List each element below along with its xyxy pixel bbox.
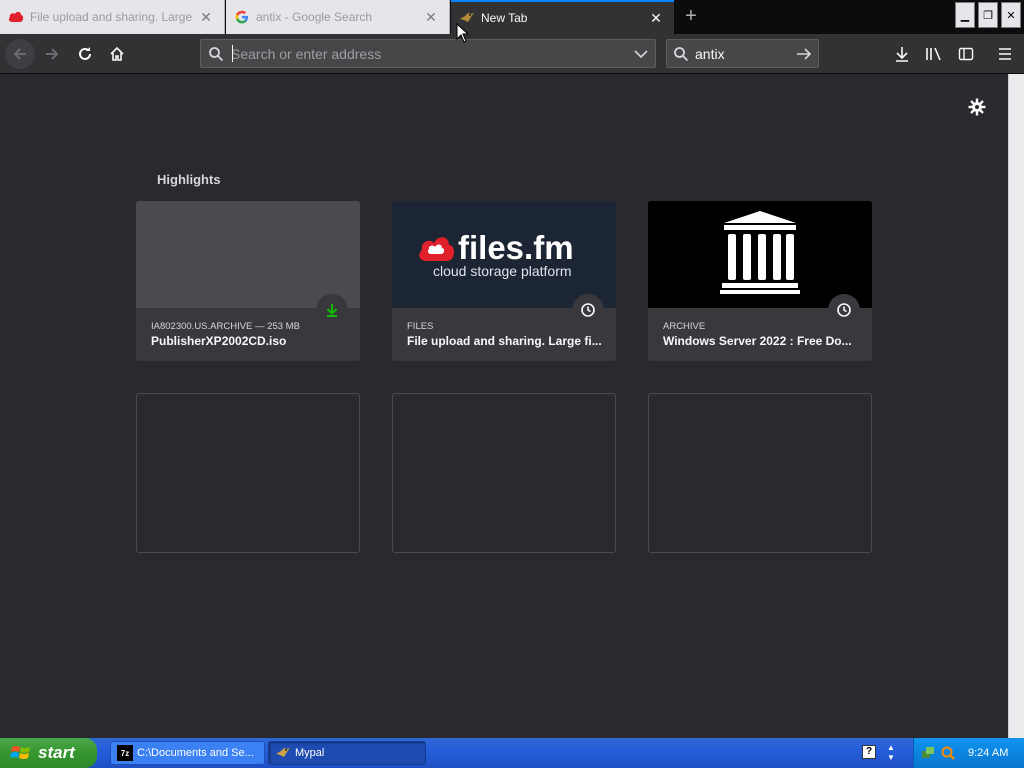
search-icon[interactable]: [940, 745, 956, 761]
download-icon: [896, 47, 908, 62]
7zip-icon: 7z: [117, 745, 133, 761]
downloads-button[interactable]: [888, 40, 916, 68]
highlight-card[interactable]: ARCHIVE Windows Server 2022 : Free Do...: [648, 201, 872, 361]
home-button[interactable]: [103, 40, 131, 68]
highlight-card[interactable]: files.fm cloud storage platform FILES Fi…: [392, 201, 616, 361]
clock-icon: [572, 294, 604, 326]
svg-text:cloud storage platform: cloud storage platform: [433, 263, 572, 279]
address-bar[interactable]: [200, 39, 656, 68]
windows-flag-icon: [10, 746, 30, 759]
menu-button[interactable]: [991, 40, 1019, 68]
taskbar-item-label: C:\Documents and Se...: [137, 747, 254, 759]
tab-title: File upload and sharing. Large fi: [30, 10, 196, 24]
sidebar-icon: [958, 47, 974, 61]
back-button[interactable]: [5, 39, 35, 69]
highlights-heading: Highlights: [157, 172, 221, 187]
mypal-bird-icon: [275, 745, 291, 761]
search-icon: [667, 46, 695, 62]
reload-icon: [79, 47, 91, 60]
arrow-right-icon[interactable]: [790, 47, 818, 61]
empty-highlight-slot: [136, 393, 360, 553]
forward-button[interactable]: [38, 40, 66, 68]
card-thumbnail: [136, 201, 360, 308]
language-bar-arrows-icon[interactable]: ▲ ▼: [884, 743, 898, 763]
start-label: start: [38, 743, 75, 762]
help-icon[interactable]: ?: [862, 745, 876, 759]
card-context: IA802300.US.ARCHIVE — 253 MB: [151, 321, 300, 332]
tab-files-fm[interactable]: File upload and sharing. Large fi ✕: [0, 0, 225, 34]
card-title: PublisherXP2002CD.iso: [151, 334, 287, 348]
google-g-icon: [234, 9, 250, 25]
card-thumbnail: [648, 201, 872, 308]
search-icon: [201, 46, 231, 62]
tab-title: antix - Google Search: [256, 10, 373, 24]
home-icon: [110, 46, 124, 61]
archive-org-logo: [720, 211, 800, 294]
card-thumbnail: files.fm cloud storage platform: [392, 201, 616, 308]
card-context: FILES: [407, 321, 434, 332]
filesfm-logo: files.fm cloud storage platform: [419, 229, 574, 279]
taskbar-item-label: Mypal: [295, 747, 325, 759]
text-cursor: [232, 45, 233, 62]
close-icon[interactable]: ✕: [196, 7, 216, 27]
gear-icon[interactable]: [964, 94, 990, 120]
chevron-down-icon[interactable]: [627, 49, 655, 59]
minimize-button[interactable]: ▁: [955, 2, 975, 28]
empty-highlight-slot: [648, 393, 872, 553]
card-context: ARCHIVE: [663, 321, 706, 332]
empty-highlight-slot: [392, 393, 616, 553]
search-bar[interactable]: antix: [666, 39, 819, 68]
taskbar: start 7z C:\Documents and Se... Mypal ? …: [0, 738, 1024, 768]
search-input[interactable]: antix: [695, 46, 790, 62]
hamburger-menu-icon: [999, 48, 1011, 60]
network-icon[interactable]: [920, 745, 936, 761]
taskbar-item-mypal[interactable]: Mypal: [268, 741, 426, 765]
card-title: Windows Server 2022 : Free Do...: [663, 334, 852, 348]
start-button[interactable]: start: [0, 738, 97, 768]
url-input[interactable]: [231, 45, 627, 62]
sidebar-button[interactable]: [952, 40, 980, 68]
highlight-card[interactable]: IA802300.US.ARCHIVE — 253 MB PublisherXP…: [136, 201, 360, 361]
svg-text:files.fm: files.fm: [458, 229, 574, 266]
navigation-toolbar: antix: [0, 34, 1024, 74]
vertical-scrollbar[interactable]: [1008, 74, 1024, 738]
tab-google-search[interactable]: antix - Google Search ✕: [226, 0, 450, 34]
library-button[interactable]: [920, 40, 948, 68]
taskbar-item-explorer[interactable]: 7z C:\Documents and Se...: [110, 741, 265, 765]
download-icon: [316, 294, 348, 326]
tab-title: New Tab: [481, 11, 528, 25]
close-window-button[interactable]: ✕: [1001, 2, 1021, 28]
mouse-pointer-icon: [456, 23, 470, 43]
filesfm-cloud-icon: [8, 9, 24, 25]
reload-button[interactable]: [71, 40, 99, 68]
clock-icon: [828, 294, 860, 326]
arrow-left-icon: [13, 48, 26, 60]
close-icon[interactable]: ✕: [421, 7, 441, 27]
tab-strip: File upload and sharing. Large fi ✕ anti…: [0, 0, 1024, 34]
new-tab-button[interactable]: +: [678, 5, 704, 29]
library-icon: [926, 47, 941, 61]
new-tab-page: Highlights IA802300.US.ARCHIVE — 253 MB …: [0, 74, 1008, 738]
tab-new-tab[interactable]: New Tab ✕: [451, 0, 674, 34]
restore-button[interactable]: ❐: [978, 2, 998, 28]
system-tray: 9:24 AM: [913, 738, 1024, 768]
close-icon[interactable]: ✕: [646, 8, 666, 28]
arrow-right-icon: [46, 48, 59, 60]
clock: 9:24 AM: [968, 747, 1009, 759]
card-title: File upload and sharing. Large fi...: [407, 334, 602, 348]
